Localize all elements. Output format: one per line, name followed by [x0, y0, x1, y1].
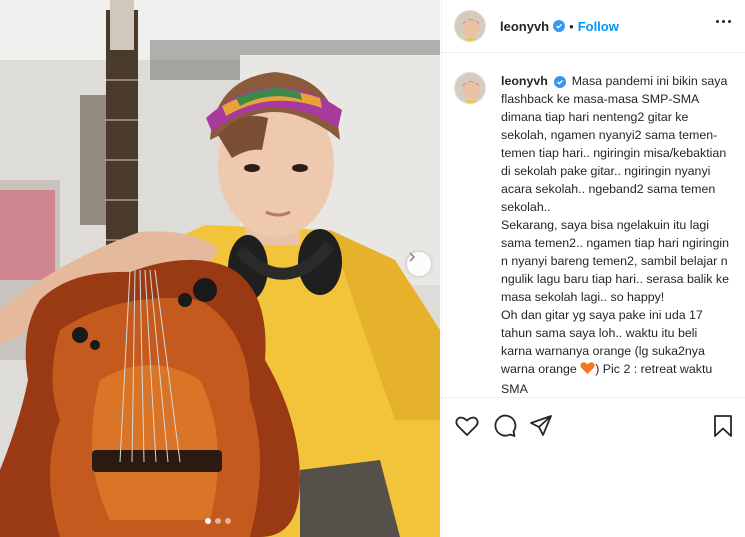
comment-icon — [494, 414, 517, 437]
carousel-next-button[interactable] — [407, 252, 431, 276]
like-icon — [455, 416, 479, 437]
caption-section: leonyvh Masa pandemi ini bikin saya flas… — [442, 54, 745, 397]
carousel-dot-active — [205, 518, 211, 524]
orange-heart-icon — [580, 361, 595, 380]
carousel-next-icon — [409, 252, 416, 262]
follow-button[interactable]: Follow — [578, 19, 619, 34]
save-icon — [714, 415, 732, 437]
share-button[interactable] — [528, 413, 554, 439]
caption-avatar[interactable] — [454, 72, 486, 104]
post-side-panel: leonyvh • Follow leonyvh Masa pandemi in… — [441, 0, 745, 537]
caption-username[interactable]: leonyvh — [501, 74, 548, 88]
more-options-icon[interactable] — [716, 20, 731, 23]
save-button[interactable] — [710, 413, 736, 439]
separator-dot: • — [569, 18, 574, 34]
caption-text: leonyvh Masa pandemi ini bikin saya flas… — [501, 72, 731, 397]
action-bar — [442, 397, 745, 455]
carousel-dot — [215, 518, 221, 524]
share-icon — [530, 415, 552, 436]
avatar-image — [455, 11, 485, 41]
caption-avatar-image — [455, 73, 485, 103]
post-header: leonyvh • Follow — [442, 0, 745, 53]
carousel-indicator — [205, 518, 231, 524]
post-photo[interactable] — [0, 0, 440, 537]
like-button[interactable] — [454, 413, 480, 439]
carousel-dot — [225, 518, 231, 524]
avatar[interactable] — [454, 10, 486, 42]
verified-badge-icon — [554, 76, 567, 88]
comment-button[interactable] — [492, 413, 518, 439]
username-link[interactable]: leonyvh — [500, 19, 549, 34]
verified-badge-icon — [553, 20, 566, 32]
photo-illustration — [0, 0, 440, 537]
caption-body: Masa pandemi ini bikin saya flashback ke… — [501, 74, 729, 376]
